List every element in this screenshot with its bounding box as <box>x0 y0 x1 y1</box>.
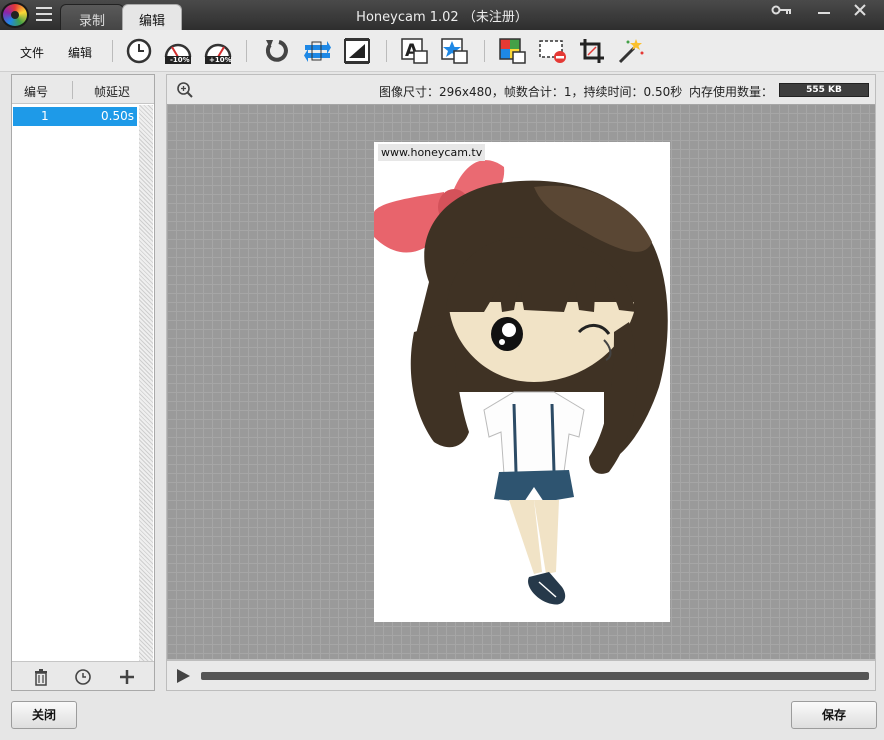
play-icon[interactable] <box>177 669 190 683</box>
title-bar: 录制 编辑 Honeycam 1.02 （未注册） <box>0 0 884 30</box>
license-key-icon[interactable] <box>770 3 794 23</box>
column-header-index[interactable]: 编号 <box>24 83 48 100</box>
frame-delay: 0.50s <box>101 109 134 123</box>
minimize-button[interactable] <box>812 3 836 23</box>
remove-frames-icon[interactable] <box>538 37 568 65</box>
save-button[interactable]: 保存 <box>791 701 877 729</box>
image-info-bar: 图像尺寸：296x480，帧数合计：1，持续时间：0.50秒 内存使用数量： 5… <box>166 74 876 104</box>
delete-frame-trash-icon[interactable] <box>30 667 52 687</box>
fade-icon[interactable] <box>342 37 372 65</box>
tab-record[interactable]: 录制 <box>60 4 124 30</box>
column-header-delay[interactable]: 帧延迟 <box>94 83 130 100</box>
speed-down-badge: -10% <box>170 56 190 64</box>
image-info-text: 图像尺寸：296x480，帧数合计：1，持续时间：0.50秒 <box>379 85 683 99</box>
frame-delay-clock-icon[interactable] <box>124 37 154 65</box>
speed-up-badge: +10% <box>209 56 232 64</box>
watermark-text: www.honeycam.tv <box>378 144 486 161</box>
text-icon[interactable]: A <box>400 37 430 65</box>
effects-wand-icon[interactable] <box>616 37 646 65</box>
preview-canvas[interactable]: www.honeycam.tv <box>166 104 876 660</box>
filter-icon[interactable] <box>498 37 528 65</box>
close-button[interactable]: 关闭 <box>11 701 77 729</box>
memory-usage-label: 内存使用数量： <box>689 85 774 99</box>
memory-usage-badge: 555 KB <box>779 83 869 97</box>
toolbar-divider <box>246 40 247 62</box>
toolbar-divider <box>112 40 113 62</box>
honeycam-logo-icon[interactable] <box>1 2 29 28</box>
tab-edit[interactable]: 编辑 <box>122 4 182 30</box>
frame-row[interactable]: 1 0.50s <box>13 107 137 126</box>
speed-up-10-icon[interactable]: +10% <box>203 37 233 65</box>
timeline-slider[interactable] <box>201 672 869 680</box>
toolbar: 文件 编辑 -10% +10% A <box>0 30 884 72</box>
frame-list-header: 编号 帧延迟 <box>12 75 154 104</box>
cartoon-girl-illustration <box>374 160 668 605</box>
preview-image: www.honeycam.tv <box>374 142 670 622</box>
close-window-button[interactable] <box>848 3 872 23</box>
file-menu[interactable]: 文件 <box>20 44 44 61</box>
frame-index: 1 <box>41 109 49 123</box>
frame-delay-clock-icon[interactable] <box>72 667 94 687</box>
add-frame-plus-icon[interactable] <box>116 667 138 687</box>
sticker-icon[interactable] <box>440 37 470 65</box>
column-divider <box>72 81 73 99</box>
reverse-icon[interactable] <box>262 37 292 65</box>
yoyo-icon[interactable] <box>302 37 332 65</box>
edit-menu[interactable]: 编辑 <box>68 44 92 61</box>
toolbar-divider <box>386 40 387 62</box>
frame-list-footer <box>12 661 154 690</box>
playback-bar <box>166 660 876 691</box>
frame-list-scrollbar[interactable] <box>139 105 153 661</box>
toolbar-divider <box>484 40 485 62</box>
zoom-in-icon[interactable] <box>176 81 194 99</box>
frame-list-panel: 编号 帧延迟 1 0.50s <box>11 74 155 691</box>
crop-icon[interactable] <box>578 37 608 65</box>
menu-icon[interactable] <box>36 7 52 21</box>
speed-down-10-icon[interactable]: -10% <box>163 37 193 65</box>
